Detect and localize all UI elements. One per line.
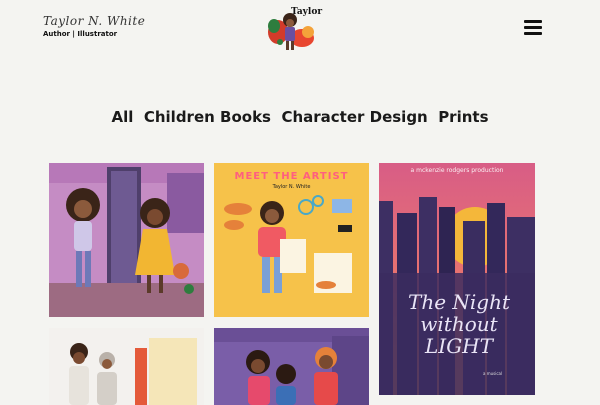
gallery-item-friends-poster[interactable]: [49, 328, 204, 405]
artwork-footer: a musical: [483, 371, 503, 376]
gallery-item-girls-doorway[interactable]: [49, 163, 204, 317]
artwork-group-characters: [214, 328, 369, 405]
filter-all[interactable]: All: [111, 108, 133, 126]
filter-prints[interactable]: Prints: [438, 108, 488, 126]
artwork-girls-doorway: [49, 163, 204, 317]
artwork-subtitle: Taylor N. White: [272, 184, 311, 190]
menu-bar: [524, 20, 542, 23]
gallery-item-meet-the-artist[interactable]: MEET THE ARTIST Taylor N. White: [214, 163, 369, 317]
hamburger-menu-icon[interactable]: [524, 20, 544, 36]
artwork-title: MEET THE ARTIST: [234, 171, 349, 182]
brand-role: Author | Illustrator: [43, 30, 118, 38]
brand-signature: Taylor N. White: [43, 14, 146, 28]
production-credit: a mckenzie rodgers production: [410, 167, 504, 174]
menu-bar: [524, 26, 542, 29]
filter-children-books[interactable]: Children Books: [144, 108, 271, 126]
logo-wordmark: Taylor: [291, 7, 323, 17]
filter-character-design[interactable]: Character Design: [281, 108, 427, 126]
artwork-night-without-light: [379, 163, 535, 395]
gallery-item-night-without-light[interactable]: a mckenzie rodgers production The Night …: [379, 163, 535, 395]
portfolio-filters: All Children Books Character Design Prin…: [0, 108, 600, 127]
artwork-title: The Night without LIGHT: [407, 290, 511, 358]
menu-bar: [524, 32, 542, 35]
gallery-item-group-characters[interactable]: [214, 328, 369, 405]
site-header: Taylor N. White Author | Illustrator Tay…: [0, 0, 600, 60]
site-logo[interactable]: Taylor: [266, 6, 322, 52]
brand[interactable]: Taylor N. White Author | Illustrator: [43, 14, 145, 38]
artwork-friends-poster: [49, 328, 204, 405]
